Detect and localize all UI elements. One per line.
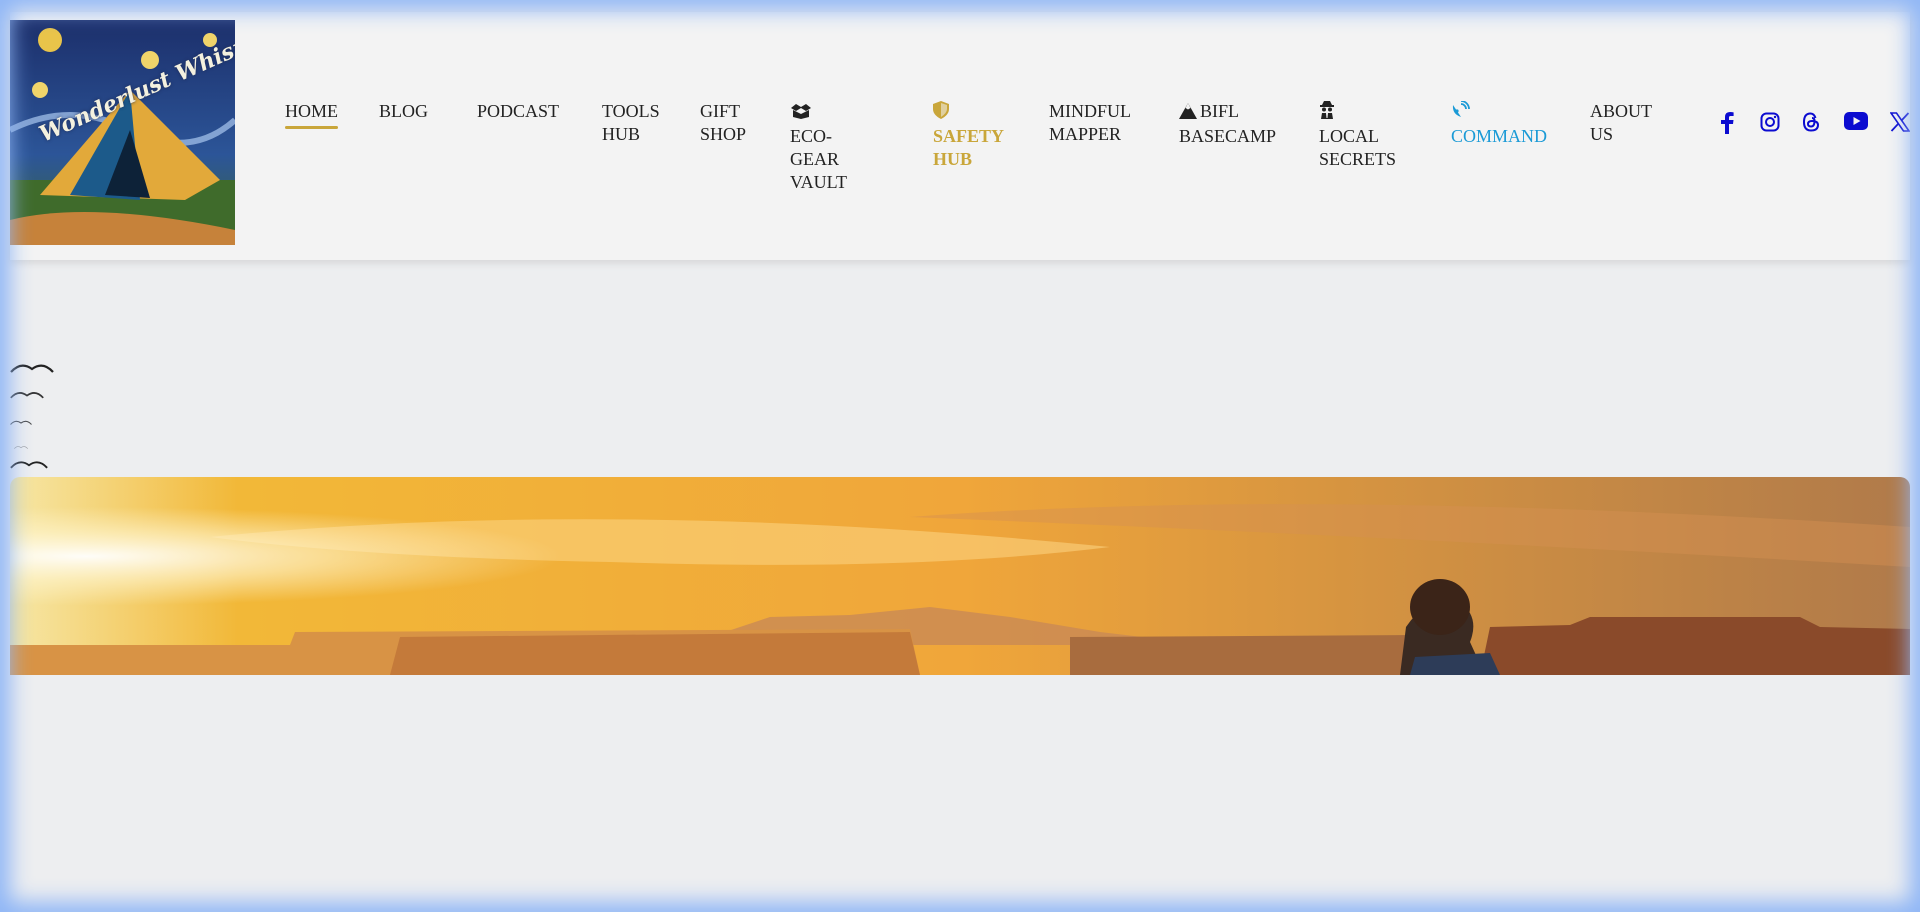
box-open-icon <box>790 102 812 125</box>
nav-item-home[interactable]: HOME <box>285 100 338 129</box>
nav-item-label: MAPPER <box>1049 124 1122 144</box>
nav-item-label: BIFL <box>1200 101 1240 121</box>
bird-flock-icon <box>10 456 48 474</box>
satellite-dish-icon <box>1451 100 1471 125</box>
nav-item-label: VAULT <box>790 172 848 192</box>
site-logo[interactable]: Wonderlust Whispers <box>10 20 235 245</box>
nav-item-label: TOOLS <box>602 101 660 121</box>
bird-flock-icon <box>10 386 44 404</box>
nav-item-label: ECO- <box>790 126 832 146</box>
nav-item-label: HOME <box>285 101 338 121</box>
instagram-icon[interactable] <box>1760 112 1780 137</box>
nav-item-label: US <box>1590 124 1614 144</box>
nav-item-safety-hub[interactable]: SAFETY HUB <box>933 100 1004 171</box>
threads-icon[interactable] <box>1802 112 1820 137</box>
mountain-icon <box>1179 102 1197 125</box>
nav-item-label: BLOG <box>379 101 428 121</box>
youtube-icon[interactable] <box>1844 112 1868 135</box>
nav-item-command[interactable]: COMMAND <box>1451 100 1547 148</box>
nav-item-blog[interactable]: BLOG <box>379 100 428 123</box>
nav-item-label: LOCAL <box>1319 126 1379 146</box>
nav-item-label: GIFT <box>700 101 740 121</box>
nav-item-local-secrets[interactable]: LOCAL SECRETS <box>1319 100 1396 171</box>
nav-item-label: HUB <box>933 149 973 169</box>
nav-item-label: MINDFUL <box>1049 101 1132 121</box>
nav-item-bifl-basecamp[interactable]: BIFL BASECAMP <box>1179 100 1276 148</box>
bird-flock-icon <box>14 436 28 454</box>
nav-item-mindful-mapper[interactable]: MINDFUL MAPPER <box>1049 100 1131 146</box>
shield-icon <box>933 101 949 125</box>
hero-banner <box>10 477 1910 675</box>
x-icon[interactable] <box>1889 112 1911 137</box>
nav-item-label: PODCAST <box>477 101 560 121</box>
nav-item-label: HUB <box>602 124 641 144</box>
spy-icon <box>1319 101 1335 125</box>
nav-item-about-us[interactable]: ABOUT US <box>1590 100 1652 146</box>
nav-item-label: COMMAND <box>1451 126 1548 146</box>
nav-item-label: SHOP <box>700 124 747 144</box>
nav-item-label: ABOUT <box>1590 101 1652 121</box>
canyon-sunset-hero-image <box>10 477 1910 675</box>
nav-item-label: SECRETS <box>1319 149 1397 169</box>
facebook-icon[interactable] <box>1720 112 1734 139</box>
bird-flock-icon <box>10 360 54 378</box>
nav-item-label: SAFETY <box>933 126 1005 146</box>
nav-item-gift-shop[interactable]: GIFT SHOP <box>700 100 746 146</box>
nav-item-tools-hub[interactable]: TOOLS HUB <box>602 100 660 146</box>
site-header: Wonderlust Whispers HOME BLOG PODCAST TOOLS… <box>10 12 1911 260</box>
bird-flock-icon <box>10 412 32 430</box>
nav-item-label: BASECAMP <box>1179 126 1277 146</box>
nav-item-podcast[interactable]: PODCAST <box>477 100 559 123</box>
nav-item-label: GEAR <box>790 149 839 169</box>
nav-item-eco-gear-vault[interactable]: ECO- GEAR VAULT <box>790 100 847 194</box>
